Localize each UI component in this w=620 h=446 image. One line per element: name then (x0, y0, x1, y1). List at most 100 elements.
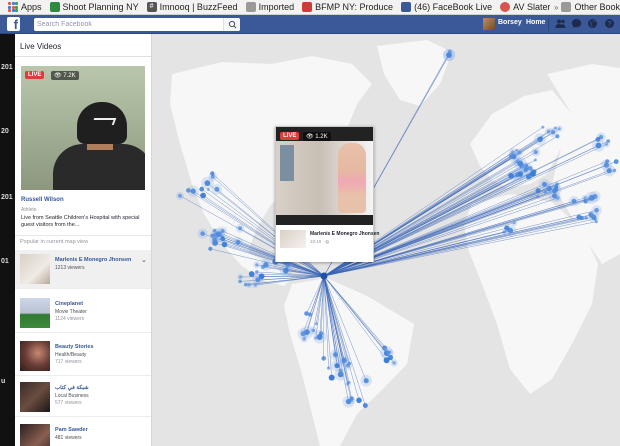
live-broadcast-dot[interactable] (347, 381, 351, 384)
live-broadcast-dot[interactable] (200, 192, 206, 199)
live-broadcast-dot[interactable] (518, 172, 523, 177)
dot-halo (544, 127, 553, 136)
bookmark-bfmp[interactable]: BFMP NY: Producer/... (302, 2, 393, 12)
dot-halo (209, 234, 220, 245)
dot-halo (568, 195, 580, 207)
live-broadcast-dot[interactable] (356, 397, 362, 404)
live-broadcast-dot[interactable] (321, 356, 326, 361)
divider (15, 56, 151, 57)
view-count-badge: 👁︎ 7.2K (51, 71, 79, 80)
live-broadcast-dot[interactable] (221, 241, 228, 248)
dot-halo (603, 140, 610, 148)
dot-halo (386, 349, 394, 356)
live-broadcast-dot[interactable] (502, 230, 506, 234)
dot-halo (218, 226, 228, 236)
list-item-title: Marlenis E Monegro Jhonsen (55, 257, 132, 263)
list-item[interactable]: Cineplanet Movie Theater 1124 viewers (15, 294, 151, 332)
bookmark-shoot-planning[interactable]: Shoot Planning NY (49, 2, 139, 12)
live-broadcast-dot[interactable] (327, 366, 331, 370)
bookmark-other[interactable]: » Other Book (554, 2, 620, 12)
page-icon (302, 2, 313, 12)
list-item[interactable]: شبكة في كتاب Local Business 577 viewers (15, 378, 151, 416)
live-broadcast-dot[interactable] (553, 126, 557, 130)
messages-icon[interactable] (571, 18, 582, 29)
live-broadcast-dot[interactable] (579, 215, 585, 221)
live-map[interactable] (152, 34, 620, 446)
popup-thumbnail (280, 230, 306, 248)
chevron-down-icon[interactable]: ⌄ (141, 256, 147, 264)
live-broadcast-dot[interactable] (220, 236, 226, 242)
strip-text: 201 (1, 194, 13, 201)
bookmark-icon (49, 2, 60, 12)
video-frame-person (53, 144, 145, 190)
live-broadcast-dot[interactable] (613, 159, 619, 164)
live-broadcast-dot[interactable] (584, 216, 588, 220)
live-broadcast-dot[interactable] (319, 331, 324, 336)
live-broadcast-dot[interactable] (554, 185, 559, 190)
live-broadcast-dot[interactable] (593, 217, 597, 221)
video-preview-popup[interactable]: LIVE 👁︎ 1.2K Marlenis E Monegro Jhonsen … (275, 126, 379, 262)
live-broadcast-dot[interactable] (328, 374, 335, 381)
live-broadcast-dot[interactable] (335, 363, 340, 368)
globe-icon[interactable] (587, 18, 598, 29)
live-broadcast-dot[interactable] (308, 312, 312, 317)
live-broadcast-dot[interactable] (526, 174, 532, 180)
thumbnail (20, 424, 50, 446)
live-broadcast-dot[interactable] (248, 271, 255, 277)
live-broadcast-dot[interactable] (383, 357, 390, 364)
list-item[interactable]: Pam Sawder 481 viewers (15, 420, 151, 446)
dot-halo (237, 273, 244, 281)
live-broadcast-dot[interactable] (508, 172, 514, 179)
live-broadcast-dot[interactable] (255, 270, 259, 274)
live-broadcast-dot[interactable] (595, 137, 601, 142)
selected-broadcast-marker[interactable] (320, 272, 328, 280)
search-input[interactable] (37, 18, 222, 31)
popup-title[interactable]: Marlenis E Monegro Jhonsen (310, 231, 379, 237)
popup-meta: 10:10 · ◍ (310, 239, 330, 244)
live-broadcast-dot[interactable] (533, 158, 537, 162)
live-broadcast-dot[interactable] (210, 171, 215, 176)
live-broadcast-dot[interactable] (594, 220, 598, 224)
bookmark-av-slater[interactable]: AV Slater (500, 2, 550, 12)
dot-halo (548, 190, 561, 202)
bookmark-imported[interactable]: Imported (245, 2, 294, 12)
live-broadcast-dot[interactable] (362, 403, 368, 408)
live-broadcast-dot[interactable] (284, 267, 289, 271)
live-broadcast-dot[interactable] (504, 225, 510, 231)
live-broadcast-dot[interactable] (539, 136, 543, 141)
live-broadcast-dot[interactable] (208, 246, 213, 251)
divider (15, 235, 151, 236)
video-person (338, 143, 366, 213)
list-item[interactable]: Beauty Stories Health/Beauty 717 viewers (15, 337, 151, 375)
live-broadcast-dot[interactable] (555, 182, 559, 186)
screen: Apps Shoot Planning NY # Imnooq | BuzzFe… (0, 0, 620, 446)
home-link[interactable]: Home (526, 19, 545, 26)
live-broadcast-dot[interactable] (258, 273, 265, 280)
featured-name[interactable]: Russell Wilson (21, 197, 64, 203)
live-broadcast-dot[interactable] (541, 125, 545, 129)
profile-link[interactable]: Borsey (498, 19, 522, 26)
avatar[interactable] (483, 18, 495, 30)
live-broadcast-dot[interactable] (605, 159, 610, 164)
eye-icon: 👁︎ (54, 73, 64, 79)
live-broadcast-dot[interactable] (238, 279, 242, 284)
bookmark-facebook-live[interactable]: (46) FaceBook Live... (401, 2, 492, 12)
live-broadcast-dot[interactable] (536, 195, 540, 198)
live-broadcast-dot[interactable] (314, 322, 318, 326)
live-broadcast-dot[interactable] (535, 188, 541, 194)
search-button[interactable] (223, 18, 240, 31)
panel-title: Live Videos (20, 42, 62, 51)
list-item[interactable]: Marlenis E Monegro Jhonsen 1213 viewers … (15, 250, 151, 288)
live-badge: LIVE (25, 71, 45, 79)
list-item-sub2: 717 viewers (55, 359, 82, 365)
bookmark-apps[interactable]: Apps (8, 2, 42, 12)
facebook-logo[interactable]: f (7, 17, 20, 32)
folder-icon (245, 2, 256, 12)
featured-video[interactable]: LIVE 👁︎ 7.2K (21, 66, 145, 190)
popup-video-frame[interactable]: LIVE 👁︎ 1.2K (276, 127, 373, 225)
world-map[interactable] (152, 34, 620, 446)
help-icon[interactable]: ? (604, 18, 615, 29)
friend-requests-icon[interactable] (555, 18, 566, 29)
view-count-badge: 👁︎ 1.2K (303, 132, 331, 141)
bookmark-buzzfeed[interactable]: # Imnooq | BuzzFeed... (146, 2, 238, 12)
